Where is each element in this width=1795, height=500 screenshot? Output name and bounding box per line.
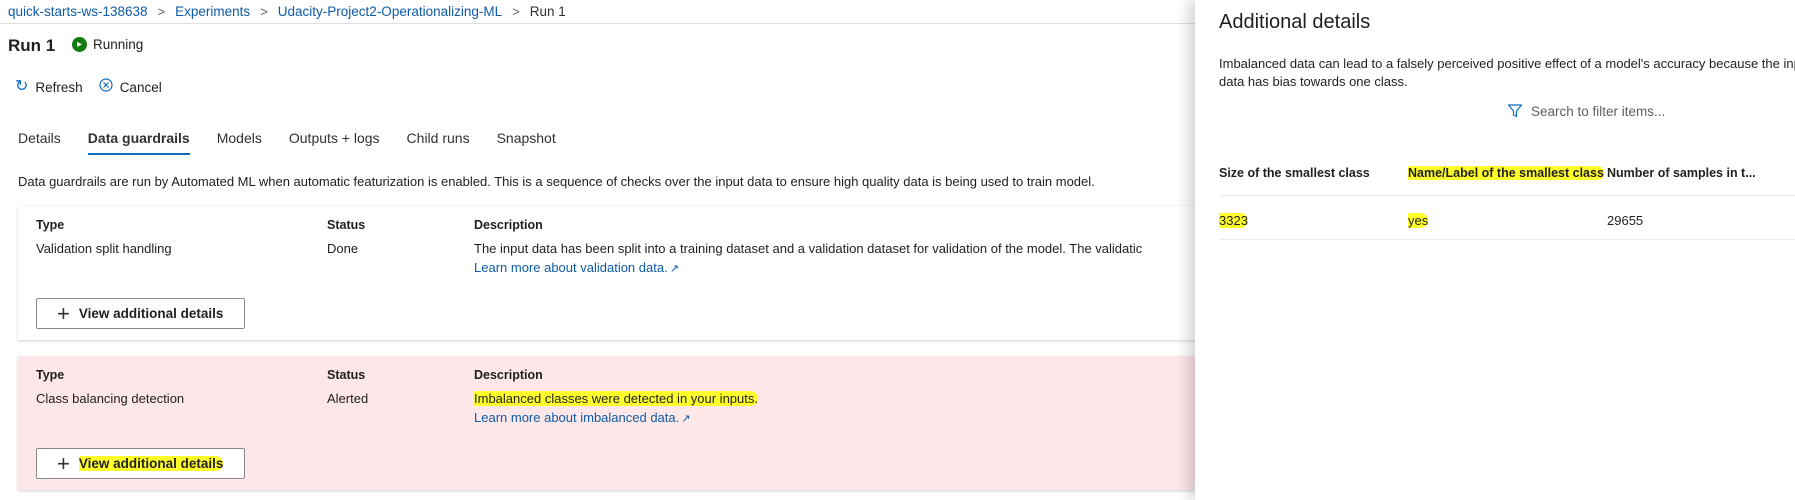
additional-details-panel: Additional details Imbalanced data can l… bbox=[1195, 0, 1795, 500]
description-header: Description bbox=[474, 368, 543, 382]
filter-search-input[interactable]: Search to filter items... bbox=[1507, 103, 1665, 119]
table-header-row: Size of the smallest class Name/Label of… bbox=[1219, 152, 1795, 196]
command-bar: ↻ Refresh Cancel bbox=[15, 78, 178, 96]
cancel-label: Cancel bbox=[119, 79, 162, 95]
button-label: View additional details bbox=[78, 456, 224, 471]
type-header: Type bbox=[36, 218, 65, 232]
breadcrumb-current: Run 1 bbox=[529, 3, 566, 19]
table-cell: yes bbox=[1408, 213, 1429, 228]
guardrail-description: The input data has been split into a tra… bbox=[474, 241, 1143, 256]
tab-child-runs[interactable]: Child runs bbox=[407, 130, 470, 155]
breadcrumb-experiment[interactable]: Udacity-Project2-Operationalizing-ML bbox=[278, 4, 502, 19]
details-table: Size of the smallest class Name/Label of… bbox=[1219, 152, 1795, 240]
divider bbox=[0, 23, 1195, 24]
guardrail-card-class-balancing: Type Class balancing detection Status Al… bbox=[18, 356, 1198, 490]
chevron-right-icon: > bbox=[512, 3, 520, 19]
column-header[interactable]: Number of samples in t... bbox=[1607, 166, 1756, 180]
status-badge: ▸ Running bbox=[72, 37, 143, 52]
status-header: Status bbox=[327, 218, 366, 232]
tab-outputs-logs[interactable]: Outputs + logs bbox=[289, 130, 380, 155]
panel-title: Additional details bbox=[1219, 11, 1371, 33]
view-additional-details-button[interactable]: + View additional details bbox=[36, 298, 245, 329]
refresh-button[interactable]: ↻ Refresh bbox=[15, 79, 83, 95]
cancel-button[interactable]: Cancel bbox=[99, 78, 162, 96]
cancel-icon bbox=[99, 78, 113, 96]
refresh-icon: ↻ bbox=[15, 78, 29, 95]
learn-more-imbalanced-link[interactable]: Learn more about imbalanced data. ↗ bbox=[474, 408, 758, 429]
chevron-right-icon: > bbox=[260, 3, 268, 19]
tab-list: Details Data guardrails Models Outputs +… bbox=[18, 130, 583, 155]
guardrail-status: Alerted bbox=[327, 391, 369, 406]
breadcrumb-experiments[interactable]: Experiments bbox=[175, 4, 250, 19]
external-link-icon: ↗ bbox=[669, 263, 679, 275]
status-label: Running bbox=[93, 37, 144, 52]
breadcrumb-workspace[interactable]: quick-starts-ws-138638 bbox=[8, 4, 148, 19]
page-title: Run 1 bbox=[8, 36, 56, 55]
type-header: Type bbox=[36, 368, 65, 382]
filter-icon bbox=[1507, 104, 1523, 118]
button-label: View additional details bbox=[78, 306, 224, 321]
refresh-label: Refresh bbox=[35, 79, 83, 95]
panel-description: Imbalanced data can lead to a falsely pe… bbox=[1219, 56, 1795, 89]
guardrail-description: Imbalanced classes were detected in your… bbox=[474, 391, 758, 406]
column-header[interactable]: Name/Label of the smallest class bbox=[1408, 166, 1604, 180]
table-cell: 3323 bbox=[1219, 213, 1248, 228]
table-cell: 29655 bbox=[1607, 213, 1644, 228]
guardrail-status: Done bbox=[327, 241, 359, 256]
guardrails-intro: Data guardrails are run by Automated ML … bbox=[18, 174, 1095, 189]
running-icon: ▸ bbox=[72, 37, 87, 52]
plus-icon: + bbox=[57, 300, 70, 326]
guardrail-type: Class balancing detection bbox=[36, 391, 185, 406]
table-row: 3323 yes 29655 bbox=[1219, 196, 1795, 240]
description-header: Description bbox=[474, 218, 543, 232]
tab-snapshot[interactable]: Snapshot bbox=[497, 130, 556, 155]
external-link-icon: ↗ bbox=[681, 413, 691, 425]
tab-details[interactable]: Details bbox=[18, 130, 61, 155]
learn-more-validation-link[interactable]: Learn more about validation data. ↗ bbox=[474, 258, 1142, 279]
column-header[interactable]: Size of the smallest class bbox=[1219, 166, 1370, 180]
view-additional-details-button[interactable]: + View additional details bbox=[36, 448, 245, 479]
tab-models[interactable]: Models bbox=[217, 130, 262, 155]
filter-placeholder: Search to filter items... bbox=[1531, 103, 1666, 119]
guardrail-card-validation: Type Validation split handling Status Do… bbox=[18, 206, 1198, 340]
status-header: Status bbox=[327, 368, 366, 382]
chevron-right-icon: > bbox=[157, 3, 166, 19]
tab-data-guardrails[interactable]: Data guardrails bbox=[87, 130, 190, 155]
breadcrumb: quick-starts-ws-138638 > Experiments > U… bbox=[8, 0, 566, 22]
guardrail-type: Validation split handling bbox=[36, 241, 172, 256]
plus-icon: + bbox=[57, 450, 70, 476]
